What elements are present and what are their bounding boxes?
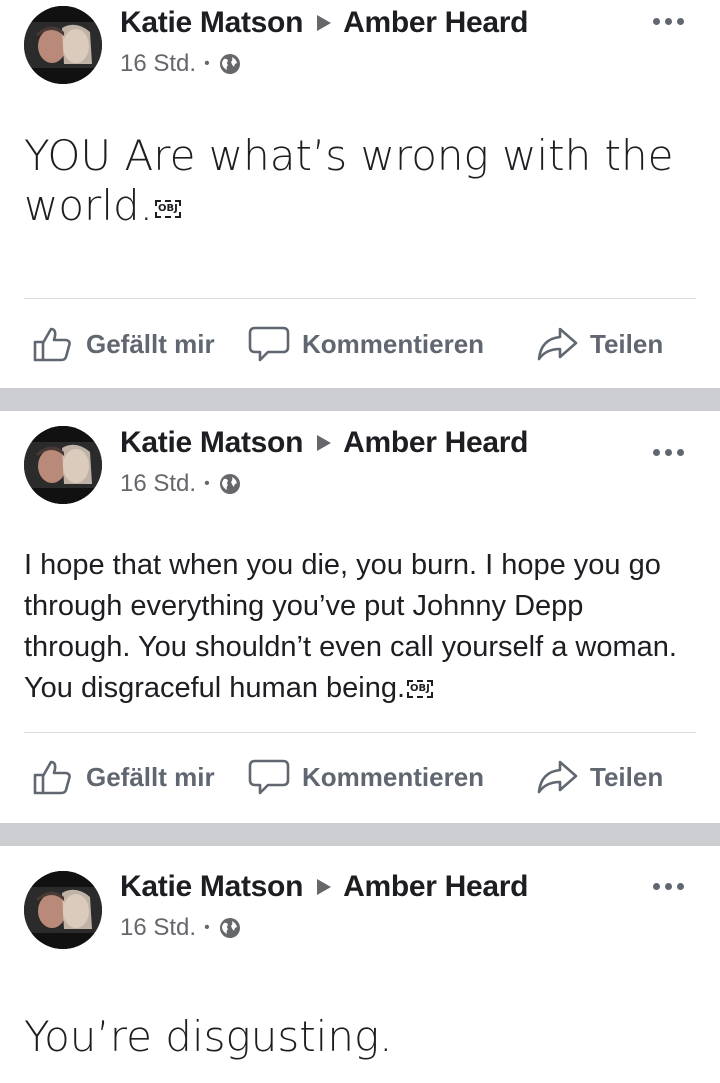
timestamp[interactable]: 16 Std. [120, 50, 196, 78]
post-text: I hope that when you die, you burn. I ho… [24, 545, 696, 709]
meta-dot: • [204, 919, 210, 936]
post-meta: 16 Std. • [120, 470, 242, 498]
avatar[interactable] [24, 871, 102, 949]
object-placeholder-icon: OBJ [407, 680, 433, 699]
post-text: You’re disgusting. [24, 1012, 696, 1062]
author-name[interactable]: Katie Matson [120, 6, 303, 40]
more-options-icon[interactable] [653, 449, 684, 456]
target-name[interactable]: Amber Heard [343, 426, 528, 460]
share-button[interactable]: Teilen [536, 747, 663, 807]
share-arrow-icon [537, 327, 578, 361]
feed-separator [0, 388, 720, 411]
author-name[interactable]: Katie Matson [120, 426, 303, 460]
timestamp[interactable]: 16 Std. [120, 470, 196, 498]
feed-separator [0, 823, 720, 846]
arrow-right-icon [317, 435, 332, 451]
post-meta: 16 Std. • [120, 914, 242, 942]
share-arrow-icon [537, 760, 578, 794]
avatar-photo [24, 871, 102, 949]
comment-label: Kommentieren [302, 328, 485, 359]
meta-dot: • [204, 55, 210, 72]
more-options-icon[interactable] [653, 883, 684, 890]
post-text-content: You’re disgusting. [24, 1012, 393, 1061]
more-options-icon[interactable] [653, 18, 684, 25]
arrow-right-icon [317, 879, 332, 895]
post-text-content: I hope that when you die, you burn. I ho… [24, 549, 677, 704]
avatar[interactable] [24, 6, 102, 84]
post-header: Katie Matson Amber Heard [120, 6, 529, 40]
like-button[interactable]: Gefällt mir [32, 314, 215, 374]
meta-dot: • [204, 475, 210, 492]
author-name[interactable]: Katie Matson [120, 870, 303, 904]
avatar-photo [24, 6, 102, 84]
share-label: Teilen [590, 761, 664, 792]
globe-icon [219, 918, 240, 938]
globe-icon [219, 54, 240, 74]
action-bar: Gefällt mir Kommentieren Teilen [0, 747, 720, 807]
post: Katie Matson Amber Heard 16 Std. • I hop… [0, 411, 720, 823]
avatar[interactable] [24, 426, 102, 504]
comment-button[interactable]: Kommentieren [248, 314, 484, 374]
avatar-photo [24, 426, 102, 504]
like-button[interactable]: Gefällt mir [32, 747, 215, 807]
target-name[interactable]: Amber Heard [343, 6, 528, 40]
post: Katie Matson Amber Heard 16 Std. • You’r… [0, 846, 720, 1083]
news-feed: Katie Matson Amber Heard 16 Std. • YOU A… [0, 0, 720, 1083]
globe-icon [219, 474, 240, 494]
like-label: Gefällt mir [86, 328, 215, 359]
post-header: Katie Matson Amber Heard [120, 426, 529, 460]
thumbs-up-icon [33, 760, 71, 795]
divider [24, 298, 696, 299]
speech-bubble-icon [248, 326, 290, 362]
share-label: Teilen [590, 328, 664, 359]
comment-button[interactable]: Kommentieren [248, 747, 484, 807]
action-bar: Gefällt mir Kommentieren Teilen [0, 314, 720, 374]
object-placeholder-icon: OBJ [155, 199, 181, 218]
arrow-right-icon [317, 15, 332, 31]
post-header: Katie Matson Amber Heard [120, 870, 529, 904]
thumbs-up-icon [33, 327, 71, 362]
target-name[interactable]: Amber Heard [343, 870, 528, 904]
post: Katie Matson Amber Heard 16 Std. • YOU A… [0, 0, 720, 388]
comment-label: Kommentieren [302, 761, 485, 792]
divider [24, 732, 696, 733]
like-label: Gefällt mir [86, 761, 215, 792]
share-button[interactable]: Teilen [536, 314, 663, 374]
speech-bubble-icon [248, 759, 290, 795]
post-meta: 16 Std. • [120, 50, 242, 78]
timestamp[interactable]: 16 Std. [120, 914, 196, 942]
post-text: YOU Are what’s wrong with the world. OBJ [24, 131, 696, 231]
post-text-content: YOU Are what’s wrong with the world. [24, 131, 674, 230]
